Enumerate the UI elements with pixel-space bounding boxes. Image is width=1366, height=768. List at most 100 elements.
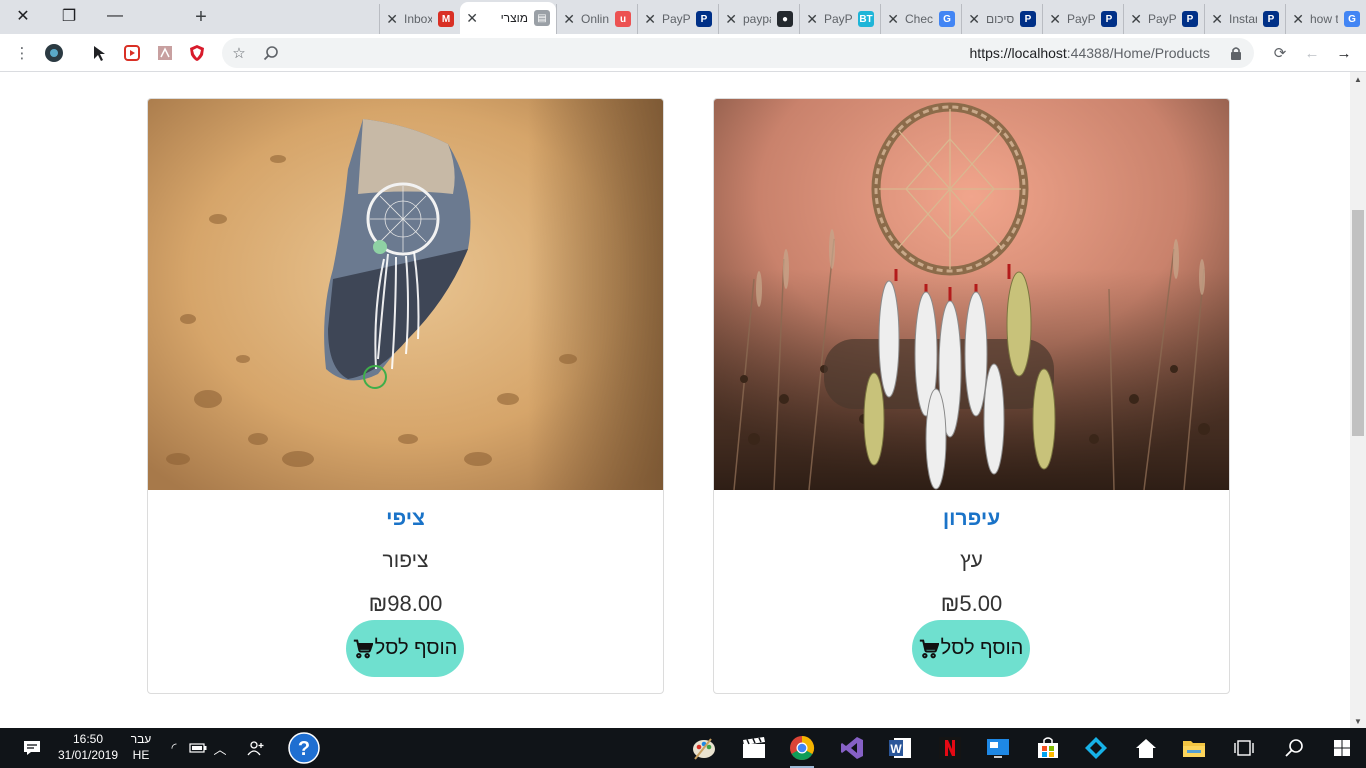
file-explorer-app-icon[interactable]	[1178, 732, 1210, 764]
udemy-icon: u	[615, 11, 631, 27]
svg-text:W: W	[890, 742, 902, 756]
kodi-app-icon[interactable]	[1080, 732, 1112, 764]
scroll-up-arrow-icon[interactable]: ▲	[1350, 72, 1366, 86]
browser-tab[interactable]: u Onlin ✕	[556, 4, 637, 34]
tab-title: PayPa	[1148, 12, 1176, 26]
browser-tab[interactable]: P סיכום ✕	[961, 4, 1042, 34]
people-icon[interactable]	[240, 732, 272, 764]
action-center-icon[interactable]	[16, 732, 48, 764]
close-tab-icon[interactable]: ✕	[386, 11, 398, 28]
close-tab-icon[interactable]: ✕	[1292, 11, 1304, 28]
extension-avatar-icon[interactable]	[44, 43, 64, 63]
paypal-icon: P	[1020, 11, 1036, 27]
store-app-icon[interactable]	[1032, 732, 1064, 764]
product-image-tzipi[interactable]	[148, 99, 663, 490]
close-tab-icon[interactable]: ✕	[563, 11, 575, 28]
netflix-app-icon[interactable]	[934, 732, 966, 764]
home-app-icon[interactable]	[1130, 732, 1162, 764]
paypal-icon: P	[1263, 11, 1279, 27]
close-tab-icon[interactable]: ✕	[1130, 11, 1142, 28]
visual-studio-app-icon[interactable]	[836, 732, 868, 764]
bookmark-star-icon[interactable]: ☆	[229, 43, 249, 63]
paypal-icon: P	[696, 11, 712, 27]
product-name[interactable]: ציפי	[148, 507, 663, 531]
show-hidden-icons-chevron-icon[interactable]: ︿	[204, 732, 236, 764]
word-app-icon[interactable]: W	[884, 732, 916, 764]
shield-icon[interactable]	[187, 43, 207, 63]
google-g-icon: G	[1344, 11, 1360, 27]
close-window-button[interactable]: ✕	[0, 0, 46, 32]
tab-title: מוצרי	[500, 11, 528, 25]
back-icon[interactable]: →	[1334, 43, 1354, 63]
omnibox[interactable]: ☆ https://localhost:44388/Home/Products	[222, 38, 1254, 68]
minimize-window-button[interactable]: —	[92, 0, 138, 32]
gmail-icon: M	[438, 11, 454, 27]
close-tab-icon[interactable]: ✕	[887, 11, 899, 28]
language-name: עבר	[130, 732, 152, 746]
close-tab-icon[interactable]: ✕	[968, 11, 980, 28]
task-view-icon[interactable]	[1228, 732, 1260, 764]
page-viewport: ציפי ציפור ₪98.00 הוסף לסל עיפרון עץ ₪5.…	[0, 72, 1350, 728]
browser-tab[interactable]: P Instar ✕	[1204, 4, 1285, 34]
url-text[interactable]: https://localhost:44388/Home/Products	[970, 45, 1210, 61]
reload-icon[interactable]: ⟳	[1270, 43, 1290, 63]
tab-title: PayPa	[824, 12, 852, 26]
braintree-icon: BT	[858, 11, 874, 27]
close-tab-icon[interactable]: ✕	[644, 11, 656, 28]
chrome-app-icon[interactable]	[786, 732, 818, 768]
close-tab-icon[interactable]: ✕	[1211, 11, 1223, 28]
shopping-cart-icon	[353, 639, 373, 658]
search-icon[interactable]	[1278, 732, 1310, 764]
tab-title: סיכום	[986, 12, 1014, 26]
lock-icon[interactable]	[1226, 43, 1246, 63]
close-tab-icon[interactable]: ✕	[806, 11, 818, 28]
video-extension-icon[interactable]	[122, 43, 142, 63]
browser-tab[interactable]: M Inbox ✕	[379, 4, 460, 34]
browser-tab[interactable]: P PayPa ✕	[1123, 4, 1204, 34]
page-icon: ▤	[534, 10, 550, 26]
help-icon[interactable]: ?	[288, 732, 320, 764]
cursor-extension-icon[interactable]	[90, 43, 110, 63]
add-to-cart-button[interactable]: הוסף לסל	[346, 620, 464, 677]
tabs: Ghow t ✕ P Instar ✕ P PayPa ✕ P PayPa ✕ P סיכום ✕ G Che…	[379, 0, 1366, 34]
pdf-extension-icon[interactable]	[155, 43, 175, 63]
new-tab-button[interactable]: +	[188, 6, 214, 28]
shopping-cart-icon	[919, 639, 939, 658]
browser-tab[interactable]: Ghow t ✕	[1285, 4, 1366, 34]
browser-tab[interactable]: ● paypa ✕	[718, 4, 799, 34]
tab-title: PayPa	[1067, 12, 1095, 26]
scrollbar-thumb[interactable]	[1352, 210, 1364, 436]
page-scrollbar[interactable]: ▲ ▼	[1350, 72, 1366, 728]
paint-app-icon[interactable]	[688, 732, 720, 764]
close-tab-icon[interactable]: ✕	[466, 10, 478, 27]
menu-icon[interactable]: ⋮	[12, 43, 32, 63]
product-image-ifaron[interactable]	[714, 99, 1229, 490]
zoom-icon[interactable]	[261, 43, 281, 63]
close-tab-icon[interactable]: ✕	[725, 11, 737, 28]
restore-window-button[interactable]: ❐	[46, 0, 92, 32]
language-indicator[interactable]: עבר HE	[126, 731, 156, 763]
tab-title: how t	[1310, 12, 1338, 26]
add-to-cart-label: הוסף לסל	[374, 637, 458, 659]
google-g-icon: G	[939, 11, 955, 27]
close-tab-icon[interactable]: ✕	[1049, 11, 1061, 28]
browser-tab[interactable]: ▤ מוצרי ✕	[460, 2, 556, 34]
window-controls: ✕ ❐ —	[0, 0, 190, 34]
tab-title: PayPa	[662, 12, 690, 26]
add-to-cart-button[interactable]: הוסף לסל	[912, 620, 1030, 677]
tab-title: Check	[905, 12, 933, 26]
tab-title: Onlin	[581, 12, 609, 26]
product-name[interactable]: עיפרון	[714, 507, 1229, 531]
browser-tab[interactable]: BT PayPa ✕	[799, 4, 880, 34]
forward-icon[interactable]: ←	[1302, 43, 1322, 63]
browser-tab[interactable]: P PayPa ✕	[637, 4, 718, 34]
start-windows-icon[interactable]	[1326, 732, 1358, 764]
scroll-down-arrow-icon[interactable]: ▼	[1350, 714, 1366, 728]
clock-time: 16:50	[72, 732, 104, 746]
tab-title: Inbox	[404, 12, 432, 26]
browser-tab[interactable]: P PayPa ✕	[1042, 4, 1123, 34]
browser-tab[interactable]: G Check ✕	[880, 4, 961, 34]
remote-desktop-app-icon[interactable]	[982, 732, 1014, 764]
movies-app-icon[interactable]	[738, 732, 770, 764]
taskbar-clock[interactable]: 16:50 31/01/2019	[56, 731, 120, 763]
